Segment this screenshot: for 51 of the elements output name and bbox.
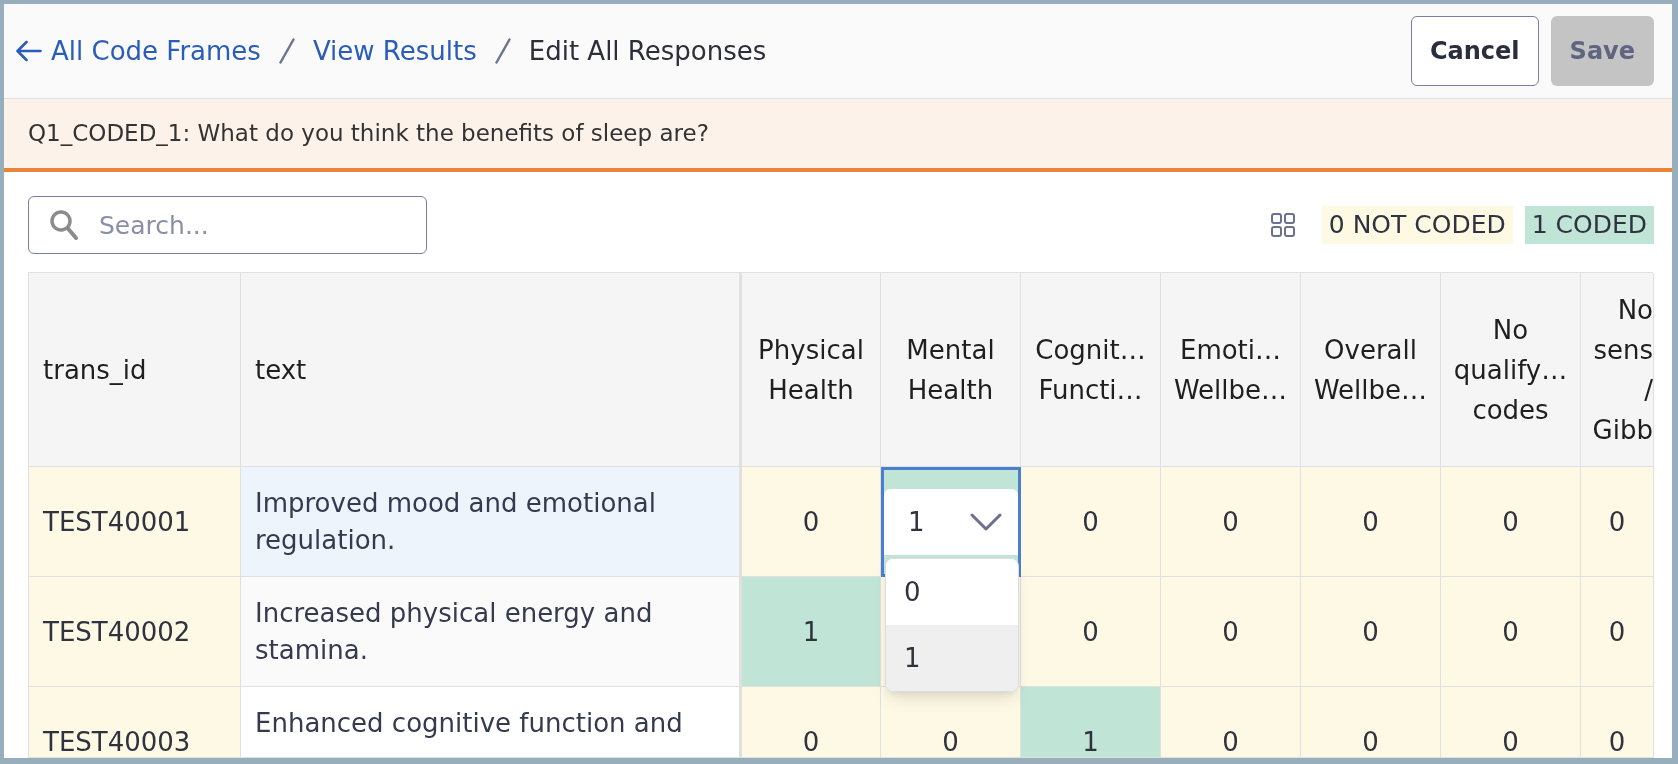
column-header: Physical Health bbox=[742, 273, 881, 467]
value-select[interactable]: 1 bbox=[884, 489, 1018, 555]
table-cell: 0 bbox=[1581, 687, 1654, 758]
dropdown-option[interactable]: 0 bbox=[886, 559, 1018, 625]
table-cell: 0 bbox=[742, 687, 881, 758]
column-header: Mental Health bbox=[881, 273, 1021, 467]
table-cell: Increased physical energy and stamina. bbox=[241, 577, 742, 687]
slash-separator-icon bbox=[278, 38, 295, 64]
slash-separator-icon bbox=[494, 38, 511, 64]
table-cell: 0 bbox=[1581, 577, 1654, 687]
column-header: text bbox=[241, 273, 742, 467]
table-cell: 0 bbox=[1021, 467, 1161, 577]
table-cell: 0 bbox=[1301, 467, 1441, 577]
table-cell: 0 bbox=[1441, 577, 1581, 687]
table-cell: 1 bbox=[1021, 687, 1161, 758]
column-header: No sens / Gibb bbox=[1581, 273, 1654, 467]
breadcrumb-link[interactable]: All Code Frames bbox=[16, 31, 261, 71]
grid-view-icon[interactable] bbox=[1270, 213, 1295, 237]
table-cell: 0 bbox=[1161, 467, 1301, 577]
table-cell: 0 bbox=[881, 687, 1021, 758]
table-cell: 1 bbox=[742, 577, 881, 687]
table-cell: 0 bbox=[1441, 467, 1581, 577]
search-field[interactable]: Search... bbox=[28, 196, 427, 254]
table-cell: 0 bbox=[1021, 577, 1161, 687]
column-header: Overall Wellbe… bbox=[1301, 273, 1441, 467]
table-cell: Improved mood and emotional regulation. bbox=[241, 467, 742, 577]
column-header: Emoti… Wellbe… bbox=[1161, 273, 1301, 467]
dropdown-option[interactable]: 1 bbox=[886, 625, 1018, 691]
legend-badge: 1 CODED bbox=[1524, 206, 1654, 244]
table-cell: 0 bbox=[1301, 577, 1441, 687]
column-header: Cognit… Functi… bbox=[1021, 273, 1161, 467]
table-cell: 0 bbox=[1161, 577, 1301, 687]
table-cell: 0 bbox=[1301, 687, 1441, 758]
table-cell: 0 bbox=[1161, 687, 1301, 758]
cancel-button[interactable]: Cancel bbox=[1410, 16, 1539, 86]
table-cell: 0 bbox=[742, 467, 881, 577]
breadcrumb-link[interactable]: View Results bbox=[312, 31, 477, 71]
search-icon bbox=[50, 210, 78, 240]
table-cell: TEST40003 bbox=[29, 687, 241, 758]
column-header: No qualify… codes bbox=[1441, 273, 1581, 467]
column-header: trans_id bbox=[29, 273, 241, 467]
table-cell: 0 bbox=[1441, 687, 1581, 758]
arrow-left-icon bbox=[16, 40, 42, 62]
legend-badge: 0 NOT CODED bbox=[1321, 206, 1513, 244]
table-cell: TEST40002 bbox=[29, 577, 241, 687]
table-cell: Enhanced cognitive function and bbox=[241, 687, 742, 758]
chevron-down-icon bbox=[970, 513, 1002, 531]
table-cell: 0 bbox=[1581, 467, 1654, 577]
question-banner: Q1_CODED_1: What do you think the benefits of sleep are? bbox=[4, 99, 1672, 172]
table-cell: TEST40001 bbox=[29, 467, 241, 577]
breadcrumb-current: Edit All Responses bbox=[528, 34, 767, 68]
